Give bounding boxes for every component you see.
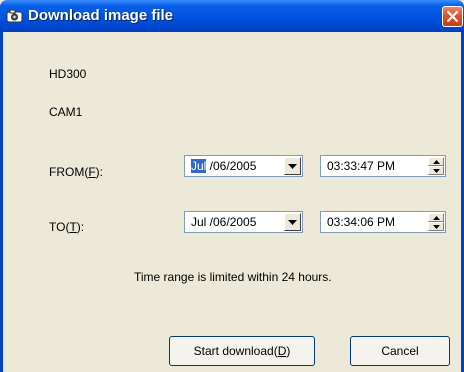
arrow-up-icon — [433, 160, 440, 164]
chevron-down-icon — [288, 164, 297, 169]
to-label-hotkey: T — [69, 220, 77, 234]
from-date-dropdown-button[interactable] — [284, 157, 301, 175]
camera-icon — [6, 8, 23, 23]
to-date-dropdown-button[interactable] — [284, 213, 301, 231]
start-download-button[interactable]: Start download(D) — [169, 336, 315, 366]
from-date-month[interactable]: Jul — [191, 159, 207, 173]
to-label: TO(T): — [49, 220, 85, 234]
window-title: Download image file — [28, 7, 174, 24]
cancel-button[interactable]: Cancel — [350, 336, 450, 366]
arrow-down-icon — [433, 225, 440, 229]
to-time-value: 03:34:06 PM — [327, 215, 396, 229]
camera-name: CAM1 — [49, 105, 83, 119]
title-bar[interactable]: Download image file — [0, 0, 464, 32]
arrow-up-icon — [433, 216, 440, 220]
to-date-value: Jul /06/2005 — [191, 215, 257, 229]
to-time-picker[interactable]: 03:34:06 PM — [320, 211, 446, 233]
close-button[interactable] — [442, 6, 463, 27]
close-icon — [447, 11, 458, 22]
from-label: FROM(F): — [49, 165, 104, 179]
device-name: HD300 — [49, 67, 87, 81]
from-time-up-button[interactable] — [428, 157, 444, 166]
to-time-down-button[interactable] — [428, 222, 444, 231]
window-frame-left — [0, 32, 3, 372]
chevron-down-icon — [288, 220, 297, 225]
from-date-picker[interactable]: Jul /06/2005 — [184, 155, 303, 177]
from-label-hotkey: F — [88, 165, 96, 179]
arrow-down-icon — [433, 169, 440, 173]
to-date-picker[interactable]: Jul /06/2005 — [184, 211, 303, 233]
from-time-spinner[interactable] — [428, 157, 444, 175]
from-date-rest: /06/2005 — [206, 159, 257, 173]
time-range-note: Time range is limited within 24 hours. — [134, 270, 332, 284]
from-time-down-button[interactable] — [428, 166, 444, 175]
to-time-up-button[interactable] — [428, 213, 444, 222]
from-time-value: 03:33:47 PM — [327, 159, 396, 173]
to-time-spinner[interactable] — [428, 213, 444, 231]
from-time-picker[interactable]: 03:33:47 PM — [320, 155, 446, 177]
